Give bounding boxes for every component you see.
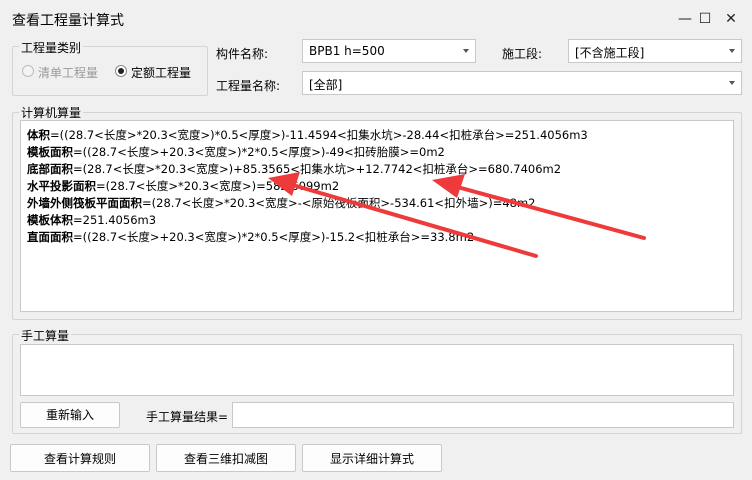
manual-result-label: 手工算量结果= bbox=[146, 410, 229, 424]
annotation-arrow bbox=[432, 174, 646, 240]
view-3d-deduction-button[interactable]: 查看三维扣减图 bbox=[156, 444, 296, 472]
show-detail-formula-button[interactable]: 显示详细计算式 bbox=[302, 444, 442, 472]
annotation-arrow bbox=[268, 172, 538, 258]
reenter-button[interactable]: 重新输入 bbox=[20, 402, 120, 428]
manual-calc-textarea[interactable] bbox=[20, 344, 734, 396]
manual-result-input[interactable] bbox=[232, 402, 734, 428]
view-calc-rules-button[interactable]: 查看计算规则 bbox=[10, 444, 150, 472]
manual-calc-group-label: 手工算量 bbox=[19, 327, 72, 344]
